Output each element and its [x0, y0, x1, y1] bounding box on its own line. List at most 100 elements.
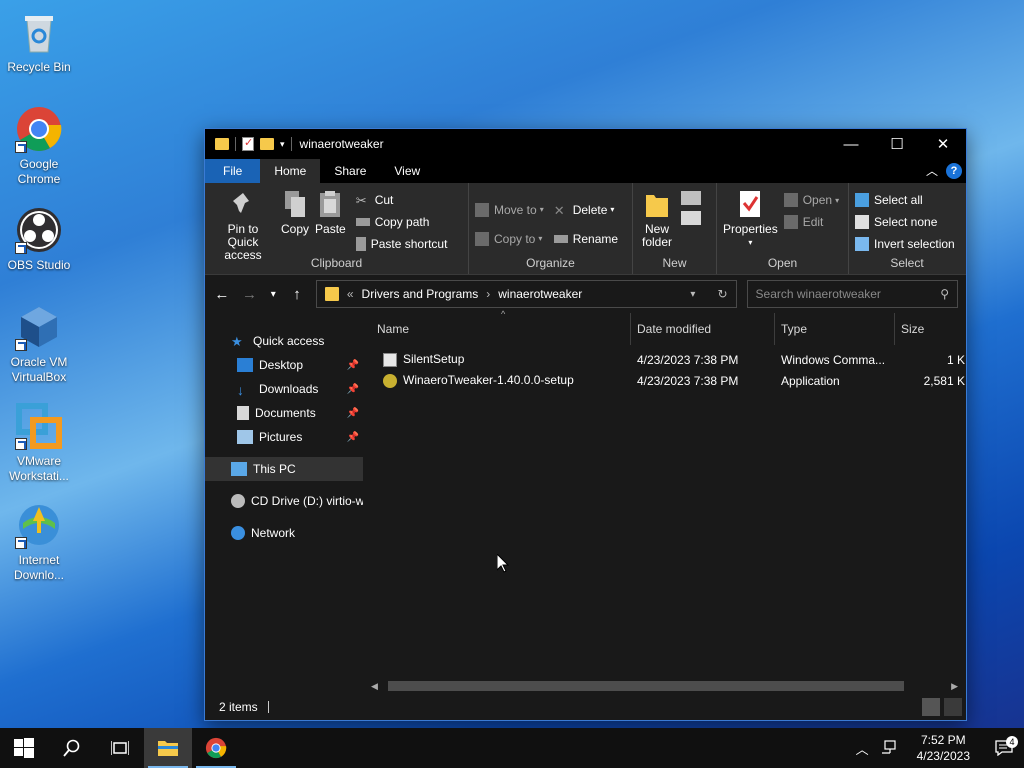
taskbar-file-explorer[interactable] — [144, 728, 192, 768]
desktop-icon-vmware[interactable]: VMware Workstati... — [4, 402, 74, 484]
title-bar[interactable]: ▾ winaerotweaker — ☐ ✕ — [205, 129, 966, 159]
back-arrow-icon[interactable]: ← — [213, 286, 231, 303]
new-folder-button[interactable]: New folder — [639, 189, 675, 249]
breadcrumb-drivers-and-programs[interactable]: Drivers and Programs — [362, 287, 479, 301]
help-icon[interactable]: ? — [946, 162, 962, 179]
file-size: 1 K — [946, 352, 965, 367]
tab-home[interactable]: Home — [260, 159, 321, 183]
nav-cd-drive[interactable]: CD Drive (D:) virtio-w — [205, 489, 363, 513]
address-dropdown-icon[interactable]: ▾ — [690, 289, 695, 300]
tab-file[interactable]: File — [205, 159, 261, 183]
new-item-icon[interactable] — [681, 191, 701, 205]
start-button[interactable] — [0, 728, 48, 768]
file-row[interactable]: SilentSetup 4/23/2023 7:38 PM Windows Co… — [363, 349, 966, 370]
minimize-button[interactable]: — — [828, 129, 874, 159]
large-icons-view-icon[interactable] — [944, 698, 962, 716]
scroll-right-icon[interactable]: ▶ — [951, 681, 958, 692]
move-to-button[interactable]: Move to ▾ — [475, 195, 544, 224]
select-none-button[interactable]: Select none — [855, 211, 959, 233]
tab-share[interactable]: Share — [320, 159, 380, 183]
nav-network[interactable]: Network — [205, 521, 363, 545]
network-status-icon[interactable] — [875, 739, 903, 757]
scroll-track[interactable] — [384, 681, 945, 691]
nav-documents[interactable]: Documents 📌 — [205, 401, 363, 425]
file-list-pane[interactable]: ^ Name Date modified Type Size SilentSet… — [363, 309, 966, 693]
new-folder-icon[interactable] — [260, 138, 274, 150]
edit-label: Edit — [802, 215, 824, 229]
virtualbox-icon — [15, 303, 63, 351]
nav-label: Desktop — [259, 358, 304, 372]
show-hidden-icons-chevron-icon[interactable]: ︿ — [850, 739, 875, 758]
tab-view[interactable]: View — [380, 159, 434, 183]
nav-downloads[interactable]: ↓ Downloads 📌 — [205, 377, 363, 401]
file-row[interactable]: WinaeroTweaker-1.40.0.0-setup 4/23/2023 … — [363, 370, 966, 391]
breadcrumb-winaerotweaker[interactable]: winaerotweaker — [498, 287, 582, 301]
rename-button[interactable]: Rename — [553, 224, 618, 253]
forward-arrow-icon[interactable]: → — [241, 286, 259, 303]
paste-shortcut-button[interactable]: Paste shortcut — [355, 233, 447, 255]
column-header-name[interactable]: Name — [363, 313, 631, 345]
file-size: 2,581 K — [923, 373, 965, 388]
nav-quick-access[interactable]: ★ Quick access — [205, 329, 363, 353]
download-arrow-icon: ↓ — [237, 382, 244, 398]
refresh-icon[interactable]: ↻ — [717, 287, 727, 301]
open-button[interactable]: Open ▾ — [783, 189, 839, 211]
desktop-icon-virtualbox[interactable]: Oracle VM VirtualBox — [4, 303, 74, 385]
scroll-left-icon[interactable]: ◀ — [371, 681, 378, 692]
copy-button[interactable]: Copy — [281, 189, 309, 262]
column-headers: ^ Name Date modified Type Size — [363, 309, 966, 345]
desktop-icon-label: Recycle Bin — [7, 60, 71, 74]
desktop-icon-idm[interactable]: Internet Downlo... — [4, 501, 74, 583]
edit-button[interactable]: Edit — [783, 211, 839, 233]
horizontal-scrollbar[interactable]: ◀ ▶ — [371, 679, 958, 693]
nav-this-pc[interactable]: This PC — [205, 457, 363, 481]
paste-button[interactable]: Paste — [315, 189, 346, 262]
desktop-icon-recycle-bin[interactable]: Recycle Bin — [4, 8, 74, 75]
navigation-pane[interactable]: ★ Quick access Desktop 📌 ↓ Downloads 📌 D… — [205, 313, 363, 693]
scroll-thumb[interactable] — [387, 681, 905, 691]
action-center-button[interactable]: 4 — [984, 736, 1024, 756]
nav-desktop[interactable]: Desktop 📌 — [205, 353, 363, 377]
cut-button[interactable]: ✂ Cut — [356, 189, 448, 211]
search-button[interactable] — [48, 728, 96, 768]
column-header-size[interactable]: Size — [895, 313, 965, 345]
easy-access-icon[interactable] — [681, 211, 701, 225]
copy-to-label: Copy to — [494, 231, 536, 246]
dropdown-arrow-icon: ▾ — [538, 234, 543, 243]
copy-path-button[interactable]: Copy path — [355, 211, 448, 233]
select-none-label: Select none — [874, 215, 938, 229]
clock[interactable]: 7:52 PM 4/23/2023 — [903, 732, 984, 764]
qat-dropdown-icon[interactable]: ▾ — [280, 139, 285, 150]
desktop-icon-obs[interactable]: OBS Studio — [4, 206, 74, 273]
copy-to-button[interactable]: Copy to ▾ — [475, 224, 544, 253]
chrome-icon — [15, 105, 63, 153]
maximize-button[interactable]: ☐ — [874, 129, 920, 159]
details-view-icon[interactable] — [922, 698, 940, 716]
properties-button[interactable]: Properties ▾ — [723, 189, 778, 249]
move-to-label: Move to — [494, 202, 537, 217]
up-arrow-icon[interactable]: ↑ — [288, 286, 306, 303]
column-header-date-modified[interactable]: Date modified — [631, 313, 775, 345]
ribbon-group-select: Select all Select none Invert selection … — [849, 183, 965, 274]
breadcrumb-overflow-icon[interactable]: « — [347, 287, 354, 301]
collapse-ribbon-icon[interactable]: ︿ — [926, 162, 938, 179]
search-input[interactable] — [755, 287, 926, 301]
address-bar[interactable]: « Drivers and Programs › winaerotweaker … — [315, 280, 737, 308]
pin-to-quick-access-button[interactable]: Pin to Quick access — [211, 189, 275, 262]
close-button[interactable]: ✕ — [920, 129, 966, 159]
task-view-button[interactable] — [96, 728, 144, 768]
desktop-icon-label: Internet Downlo... — [13, 553, 65, 582]
properties-icon[interactable] — [242, 136, 254, 151]
recent-locations-icon[interactable]: ▾ — [268, 289, 278, 300]
nav-pictures[interactable]: Pictures 📌 — [205, 425, 363, 449]
file-explorer-window[interactable]: ▾ winaerotweaker — ☐ ✕ File Home Share V… — [204, 128, 967, 721]
search-box[interactable]: ⚲ — [746, 280, 958, 308]
copy-label: Copy — [281, 222, 310, 236]
desktop-icon-chrome[interactable]: Google Chrome — [4, 105, 74, 187]
taskbar-chrome[interactable] — [192, 728, 240, 768]
invert-selection-button[interactable]: Invert selection — [855, 233, 959, 255]
column-header-type[interactable]: Type — [775, 313, 895, 345]
select-all-button[interactable]: Select all — [855, 189, 959, 211]
dropdown-arrow-icon: ▾ — [748, 238, 753, 247]
delete-button[interactable]: ✕ Delete ▾ — [554, 195, 618, 224]
